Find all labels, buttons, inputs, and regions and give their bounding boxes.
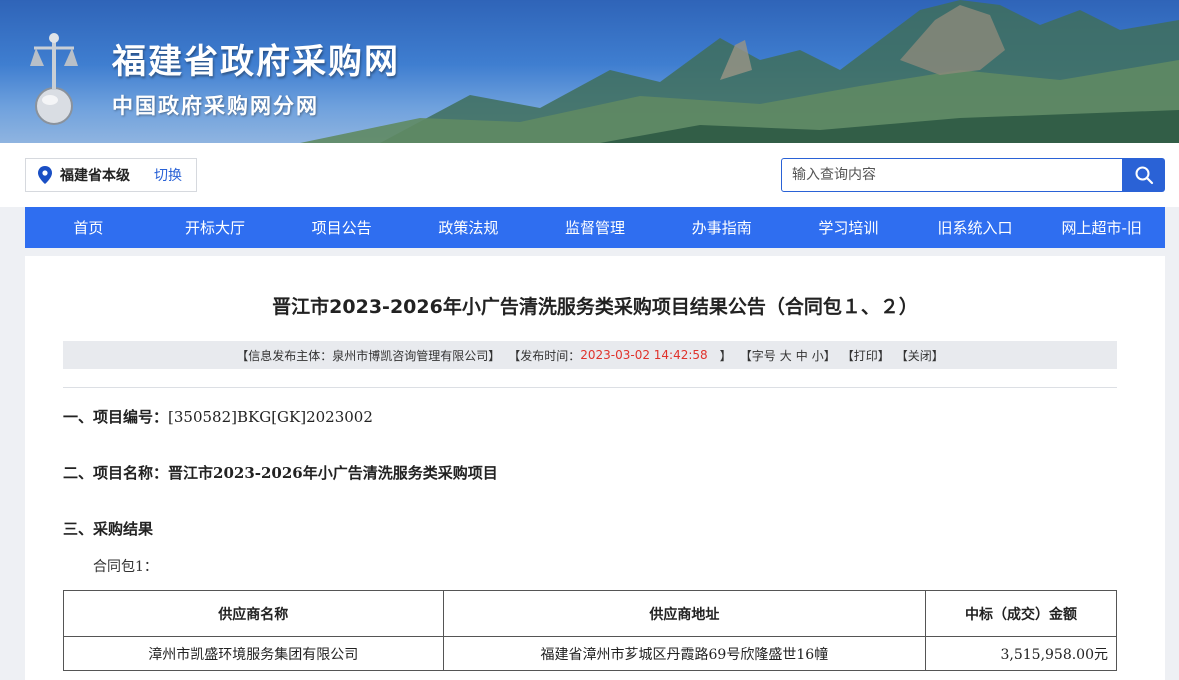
site-subtitle: 中国政府采购网分网 xyxy=(112,94,319,118)
font-size-large-link[interactable]: 大 xyxy=(780,347,792,364)
search-button[interactable] xyxy=(1122,158,1165,192)
nav-project-notices[interactable]: 项目公告 xyxy=(278,207,405,248)
table-row: 漳州市凯盛环境服务集团有限公司 福建省漳州市芗城区丹霞路69号欣隆盛世16幢 3… xyxy=(63,636,1117,671)
nav-bid-opening-hall[interactable]: 开标大厅 xyxy=(152,207,279,248)
article-meta-bar: 【信息发布主体：泉州市博凯咨询管理有限公司】 【发布时间： 2023-03-02… xyxy=(63,341,1117,369)
section-project-number: 一、项目编号：[350582]BKG[GK]2023002 xyxy=(63,406,373,427)
publisher-info: 【信息发布主体：泉州市博凯咨询管理有限公司】 xyxy=(236,348,501,363)
project-number-label: 一、项目编号： xyxy=(63,408,169,426)
font-size-medium-link[interactable]: 中 xyxy=(796,347,808,364)
project-number: [350582]BKG[GK]2023002 xyxy=(168,408,373,426)
cell-award-amount: 3,515,958.00元 xyxy=(925,636,1117,671)
nav-training[interactable]: 学习培训 xyxy=(785,207,912,248)
result-label: 三、采购结果 xyxy=(63,520,154,538)
government-emblem-icon xyxy=(30,33,78,125)
publish-time-label: 【发布时间： xyxy=(508,348,581,363)
cell-supplier-name: 漳州市凯盛环境服务集团有限公司 xyxy=(63,636,444,671)
search-icon xyxy=(1135,166,1153,185)
top-bar: 福建省本级 切换 xyxy=(0,143,1179,207)
nav-policies[interactable]: 政策法规 xyxy=(405,207,532,248)
print-link[interactable]: 【打印】 xyxy=(842,347,890,364)
article-title: 晋江市2023-2026年小广告清洗服务类采购项目结果公告（合同包１、２） xyxy=(272,296,918,318)
font-size-close: 】 xyxy=(823,348,836,363)
table-header-row: 供应商名称 供应商地址 中标（成交）金额 xyxy=(63,590,1117,637)
meta-divider xyxy=(63,387,1117,388)
region-name: 福建省本级 xyxy=(60,168,130,184)
font-size-small-link[interactable]: 小 xyxy=(812,347,824,364)
publish-time-close: 】 xyxy=(719,348,732,363)
result-table: 供应商名称 供应商地址 中标（成交）金额 漳州市凯盛环境服务集团有限公司 福建省… xyxy=(63,590,1117,671)
nav-supervision[interactable]: 监督管理 xyxy=(532,207,659,248)
region-switch-link[interactable]: 切换 xyxy=(154,165,182,185)
article-card: 晋江市2023-2026年小广告清洗服务类采购项目结果公告（合同包１、２） 【信… xyxy=(25,256,1165,680)
header-supplier-name: 供应商名称 xyxy=(63,590,444,637)
site-title: 福建省政府采购网 xyxy=(112,42,400,82)
search-input[interactable] xyxy=(781,158,1123,192)
nav-old-system[interactable]: 旧系统入口 xyxy=(912,207,1039,248)
region-selector: 福建省本级 切换 xyxy=(25,158,197,192)
site-banner: 福建省政府采购网 中国政府采购网分网 xyxy=(0,0,1179,143)
project-name-label: 二、项目名称： xyxy=(63,464,169,482)
font-size-label: 【字号 xyxy=(739,348,776,363)
section-project-name: 二、项目名称：晋江市2023-2026年小广告清洗服务类采购项目 xyxy=(63,462,498,483)
nav-guide[interactable]: 办事指南 xyxy=(658,207,785,248)
cell-supplier-address: 福建省漳州市芗城区丹霞路69号欣隆盛世16幢 xyxy=(442,636,927,671)
package-label: 合同包1： xyxy=(93,559,158,575)
nav-online-mall[interactable]: 网上超市-旧 xyxy=(1038,207,1165,248)
project-name: 晋江市2023-2026年小广告清洗服务类采购项目 xyxy=(168,464,498,482)
main-nav: 首页 开标大厅 项目公告 政策法规 监督管理 办事指南 学习培训 旧系统入口 网… xyxy=(25,207,1165,248)
location-pin-icon xyxy=(38,166,52,184)
publish-time: 2023-03-02 14:42:58 xyxy=(580,348,708,362)
close-link[interactable]: 【关闭】 xyxy=(896,347,944,364)
header-supplier-address: 供应商地址 xyxy=(442,590,927,637)
header-award-amount: 中标（成交）金额 xyxy=(925,590,1117,637)
section-result: 三、采购结果 xyxy=(63,518,153,539)
nav-home[interactable]: 首页 xyxy=(25,207,152,248)
